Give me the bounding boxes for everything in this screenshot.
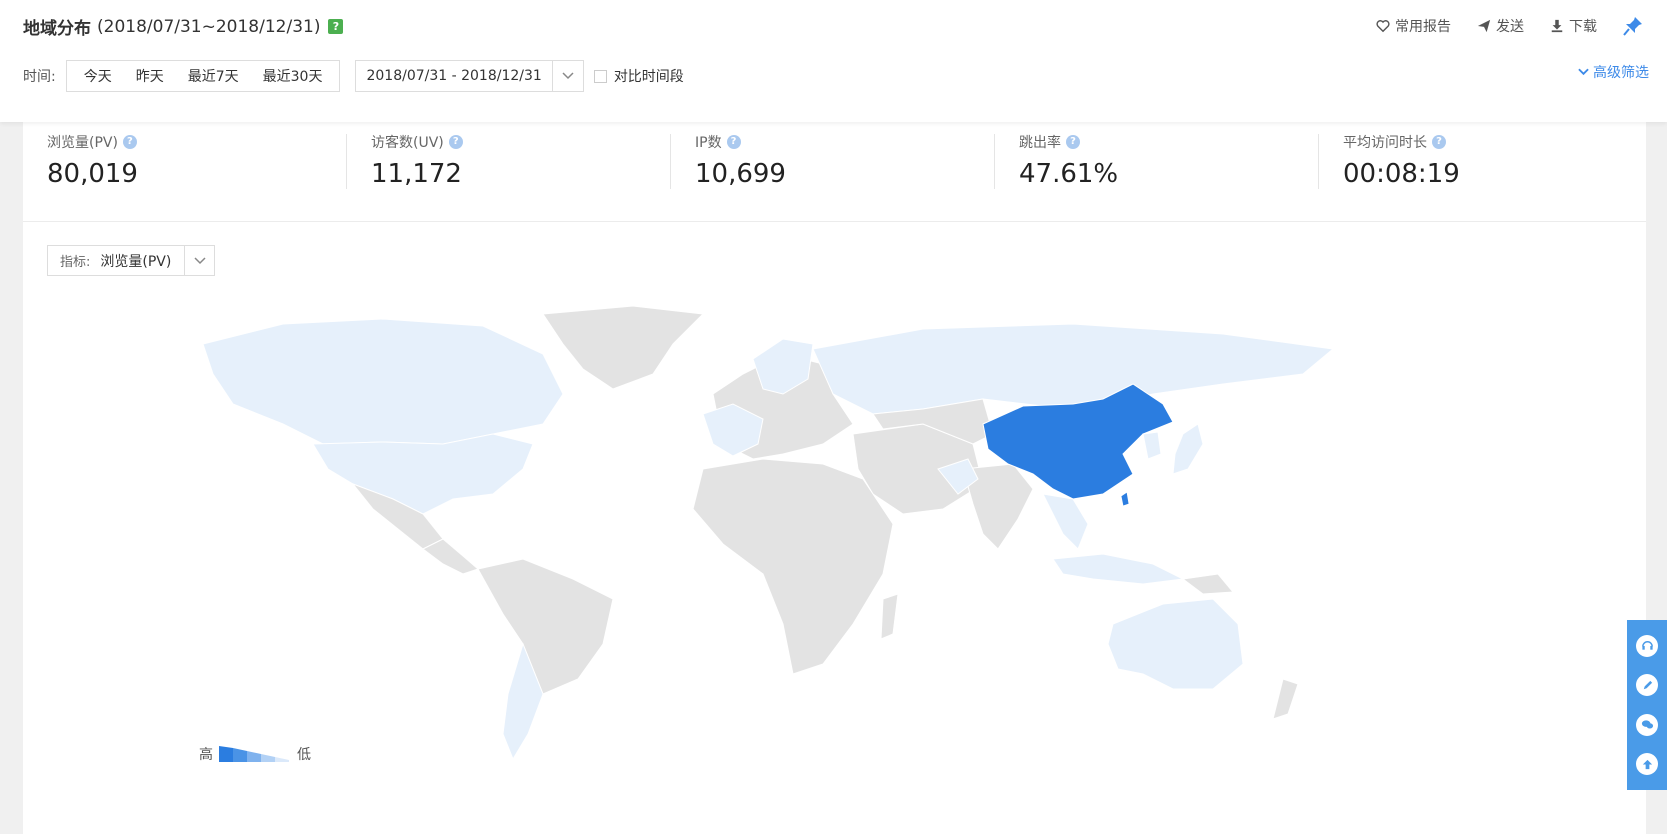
download-button[interactable]: 下载 <box>1550 16 1597 36</box>
date-range-dropdown[interactable] <box>551 61 583 91</box>
header-actions: 常用报告 发送 下载 <box>1376 16 1643 36</box>
feedback-button[interactable] <box>1636 674 1658 697</box>
send-label: 发送 <box>1496 19 1524 35</box>
metric-value: 10,699 <box>695 159 786 189</box>
question-icon[interactable]: ? <box>1432 135 1446 149</box>
metric-label: 浏览量(PV) <box>47 135 118 151</box>
report-content: 浏览量(PV)? 80,019 访客数(UV)? 11,172 IP数? 10,… <box>23 122 1646 834</box>
legend-gradient <box>219 746 289 762</box>
map-papua[interactable] <box>1181 573 1235 595</box>
compare-checkbox[interactable] <box>593 69 607 83</box>
compare-label: 对比时间段 <box>613 69 684 85</box>
chevron-down-icon <box>1578 68 1589 76</box>
map-south-america[interactable] <box>477 558 614 695</box>
send-icon <box>1477 19 1491 33</box>
quick-range-group: 今天 昨天 最近7天 最近30天 <box>65 60 341 92</box>
pin-icon <box>1623 17 1642 36</box>
chevron-down-icon <box>562 72 574 80</box>
metric-ip: IP数? 10,699 <box>671 122 995 221</box>
map-japan[interactable] <box>1172 423 1204 475</box>
question-icon[interactable]: ? <box>726 135 741 149</box>
advanced-filter-label: 高级筛选 <box>1593 65 1649 81</box>
metric-label: 访客数(UV) <box>371 135 444 151</box>
metric-bounce-rate: 跳出率? 47.61% <box>995 122 1319 221</box>
metric-value: 47.61% <box>1019 159 1119 189</box>
indicator-value: 浏览量(PV) <box>100 253 172 270</box>
compare-period-toggle[interactable]: 对比时间段 <box>593 66 684 86</box>
map-russia[interactable] <box>812 323 1335 415</box>
send-button[interactable]: 发送 <box>1477 16 1524 36</box>
edit-icon <box>1643 680 1652 689</box>
metrics-row: 浏览量(PV)? 80,019 访客数(UV)? 11,172 IP数? 10,… <box>23 122 1646 222</box>
top-toolbar: 地域分布 (2018/07/31~2018/12/31) ? 常用报告 发送 下… <box>0 0 1667 122</box>
map-greenland[interactable] <box>542 305 705 390</box>
map-canada[interactable] <box>202 318 564 445</box>
metric-label: 平均访问时长 <box>1343 135 1427 151</box>
indicator-label: 指标: <box>60 255 91 270</box>
page-title-range: (2018/07/31~2018/12/31) <box>97 16 321 37</box>
wechat-button[interactable] <box>1636 713 1658 736</box>
pin-button[interactable] <box>1623 16 1643 36</box>
metric-value: 11,172 <box>371 159 462 189</box>
back-to-top-button[interactable] <box>1636 753 1658 776</box>
map-legend: 高 低 <box>199 744 311 764</box>
quick-range-7days[interactable]: 最近7天 <box>176 66 251 86</box>
metric-avg-duration: 平均访问时长? 00:08:19 <box>1319 122 1643 221</box>
quick-range-today[interactable]: 今天 <box>72 66 124 86</box>
page-title: 地域分布 <box>23 19 91 39</box>
map-taiwan[interactable] <box>1120 491 1130 507</box>
map-korea[interactable] <box>1142 431 1162 460</box>
map-australia[interactable] <box>1107 598 1244 690</box>
map-madagascar[interactable] <box>880 593 899 640</box>
quick-range-30days[interactable]: 最近30天 <box>251 66 335 86</box>
chevron-down-icon <box>193 256 206 264</box>
metric-value: 80,019 <box>47 159 138 189</box>
date-range-picker[interactable]: 2018/07/31 - 2018/12/31 <box>355 60 584 92</box>
wechat-icon <box>1641 720 1653 729</box>
metric-value: 00:08:19 <box>1343 159 1460 189</box>
map-southeast-asia[interactable] <box>1042 493 1089 550</box>
legend-high-label: 高 <box>199 747 213 763</box>
time-label: 时间: <box>23 69 56 85</box>
heart-icon <box>1376 20 1390 33</box>
question-icon[interactable]: ? <box>448 135 463 149</box>
metric-pv: 浏览量(PV)? 80,019 <box>23 122 347 221</box>
legend-low-label: 低 <box>297 747 311 763</box>
map-africa[interactable] <box>692 458 894 675</box>
metric-label: 跳出率 <box>1019 135 1061 151</box>
favorite-report-button[interactable]: 常用报告 <box>1376 16 1451 36</box>
support-button[interactable] <box>1636 634 1658 657</box>
map-new-zealand[interactable] <box>1272 678 1299 720</box>
arrow-up-icon <box>1642 759 1652 769</box>
page-title-row: 地域分布 (2018/07/31~2018/12/31) ? <box>23 14 344 39</box>
map-indonesia[interactable] <box>1052 553 1185 585</box>
advanced-filter-button[interactable]: 高级筛选 <box>1578 62 1649 82</box>
indicator-select[interactable]: 指标: 浏览量(PV) <box>47 245 215 276</box>
floating-toolbar <box>1627 620 1667 790</box>
headset-icon <box>1641 641 1653 650</box>
download-label: 下载 <box>1569 19 1597 35</box>
time-filter-row: 时间: 今天 昨天 最近7天 最近30天 2018/07/31 - 2018/1… <box>23 60 684 92</box>
map-usa[interactable] <box>312 433 534 515</box>
download-icon <box>1551 19 1563 33</box>
metric-uv: 访客数(UV)? 11,172 <box>347 122 671 221</box>
help-icon[interactable]: ? <box>328 19 344 34</box>
favorite-report-label: 常用报告 <box>1395 19 1451 35</box>
indicator-dropdown[interactable] <box>184 246 214 275</box>
date-range-value: 2018/07/31 - 2018/12/31 <box>366 68 542 84</box>
question-icon[interactable]: ? <box>1066 135 1080 149</box>
quick-range-yesterday[interactable]: 昨天 <box>124 66 176 86</box>
question-icon[interactable]: ? <box>122 135 137 149</box>
metric-label: IP数 <box>695 135 722 151</box>
